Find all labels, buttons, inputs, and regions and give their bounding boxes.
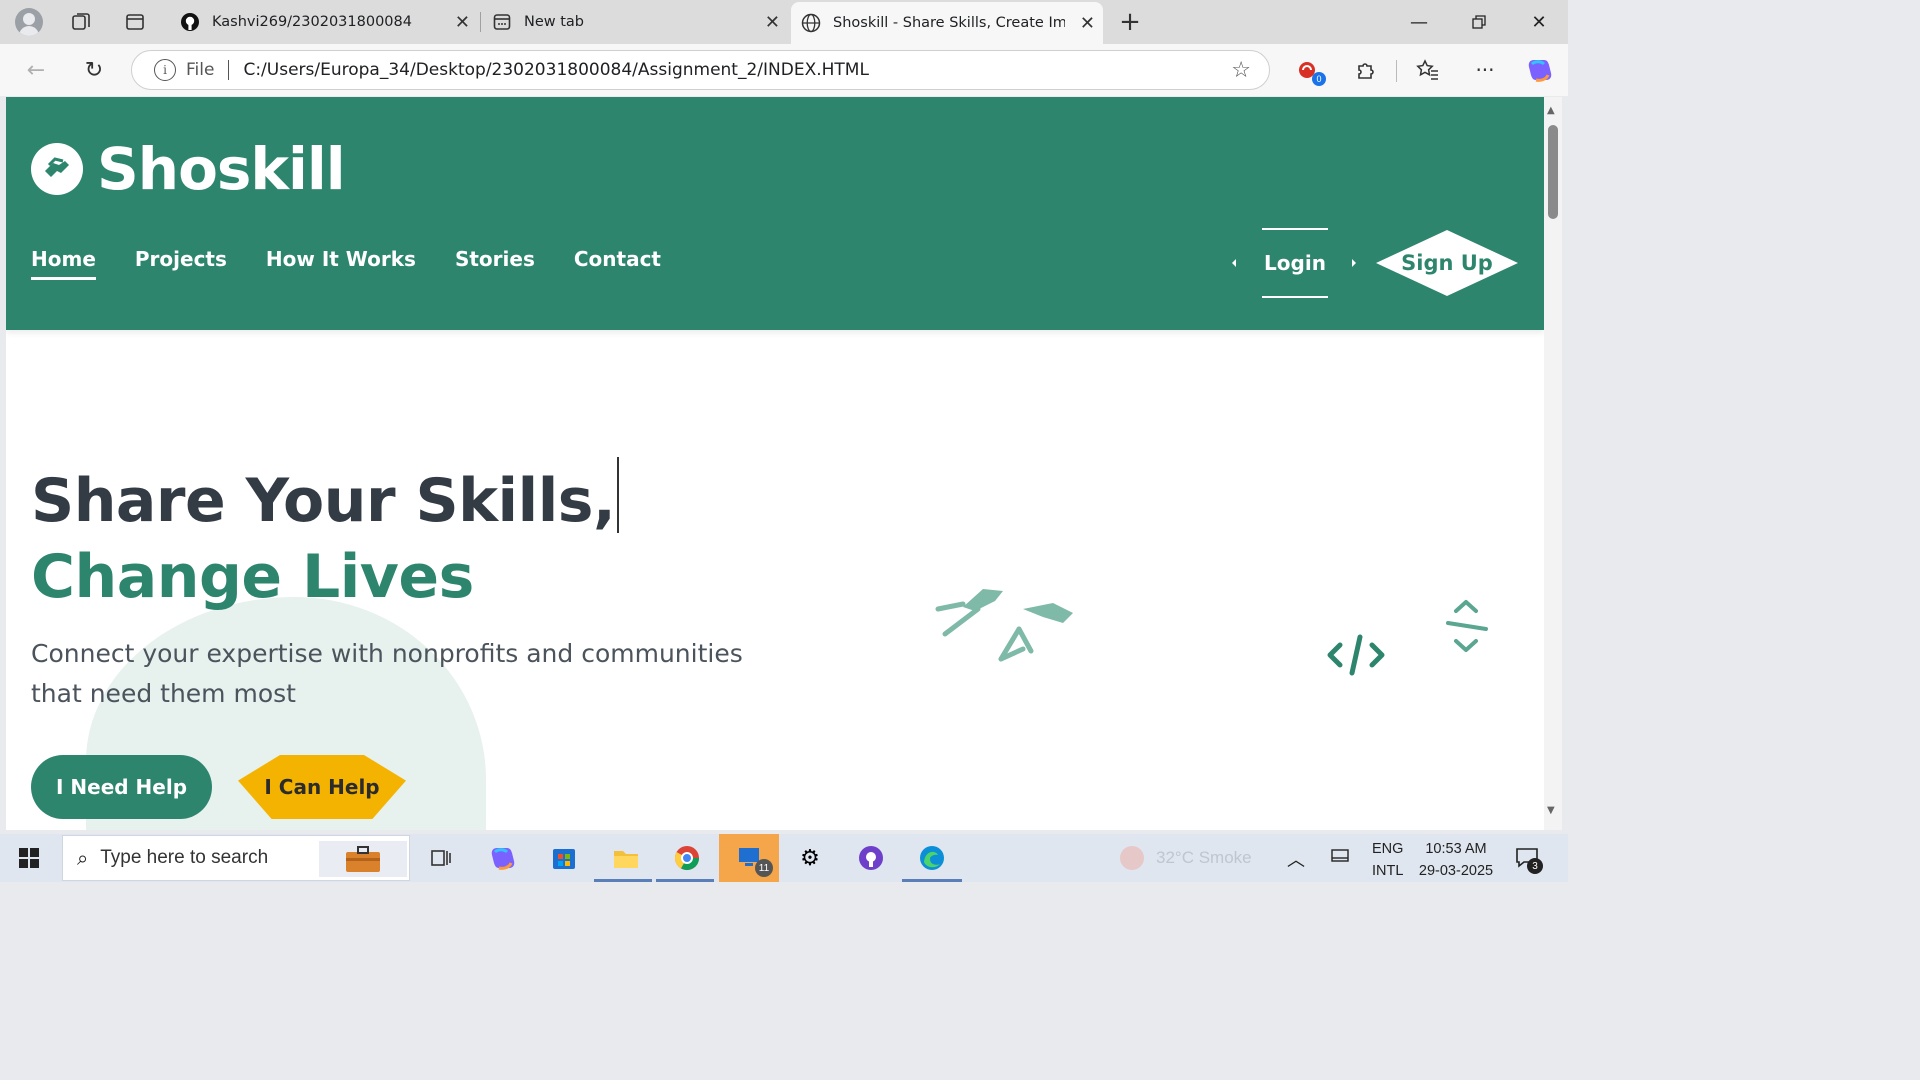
profile-avatar-icon[interactable]	[15, 8, 43, 36]
handshake-logo-icon	[31, 143, 83, 195]
main-navigation: Home Projects How It Works Stories Conta…	[31, 247, 700, 280]
copilot-taskbar-icon[interactable]	[483, 838, 523, 878]
browser-tab-bar: Kashvi269/2302031800084 ✕ New tab ✕ Shos…	[0, 0, 1568, 44]
settings-gear-icon[interactable]: ⚙	[790, 838, 830, 878]
nav-projects[interactable]: Projects	[135, 247, 227, 280]
globe-icon	[801, 13, 821, 33]
weather-widget[interactable]: 32°C Smoke	[1120, 846, 1252, 870]
tools-illustration-icon	[935, 589, 1073, 662]
hero-title-line2: Change Lives	[31, 542, 474, 612]
newtab-icon	[492, 12, 512, 32]
tab-shoskill[interactable]: Shoskill - Share Skills, Create Impact ✕	[791, 2, 1103, 44]
scrollbar-thumb[interactable]	[1548, 125, 1558, 219]
weather-icon	[1120, 846, 1144, 870]
brand-name: Shoskill	[97, 135, 346, 203]
workspaces-icon[interactable]	[67, 8, 95, 36]
network-icon[interactable]	[1331, 848, 1349, 869]
notification-badge: 0	[1312, 72, 1326, 86]
browser-toolbar: ← ↻ i File C:/Users/Europa_34/Desktop/23…	[0, 44, 1568, 96]
clock[interactable]: 10:53 AM 29-03-2025	[1416, 838, 1496, 882]
tab-new-tab[interactable]: New tab ✕	[482, 0, 788, 44]
language-indicator[interactable]: ENG INTL	[1372, 838, 1403, 882]
tab-title: New tab	[524, 14, 585, 30]
info-icon[interactable]: i	[154, 59, 176, 81]
minimize-icon[interactable]: —	[1390, 0, 1448, 44]
keyboard-layout: INTL	[1372, 863, 1404, 879]
url-text[interactable]: C:/Users/Europa_34/Desktop/2302031800084…	[243, 60, 868, 80]
site-logo[interactable]: Shoskill	[31, 135, 346, 203]
page-scrollbar[interactable]: ▲ ▼	[1544, 97, 1562, 830]
briefcase-icon[interactable]	[319, 841, 407, 877]
tab-divider	[480, 12, 481, 32]
close-tab-icon[interactable]: ✕	[455, 12, 470, 33]
search-icon: ⌕	[77, 846, 89, 870]
decorative-arrow-right	[1352, 259, 1356, 267]
site-header: Shoskill Home Projects How It Works Stor…	[6, 97, 1544, 330]
language-code: ENG	[1372, 841, 1404, 857]
extensions-puzzle-icon[interactable]	[1351, 56, 1379, 84]
copilot-icon[interactable]	[1526, 56, 1554, 84]
tab-title: Kashvi269/2302031800084	[212, 14, 412, 30]
window-count-badge: 11	[755, 859, 773, 877]
close-tab-icon[interactable]: ✕	[765, 12, 780, 33]
nav-home[interactable]: Home	[31, 247, 96, 280]
extension-alert-icon[interactable]: 0	[1294, 56, 1326, 86]
weather-text: 32°C Smoke	[1156, 848, 1252, 867]
edge-icon[interactable]	[912, 838, 952, 878]
scroll-down-arrow-icon[interactable]: ▼	[1547, 805, 1555, 816]
task-view-icon[interactable]	[421, 838, 461, 878]
divider	[228, 60, 230, 80]
toolbar-divider	[1396, 60, 1397, 82]
hero-title-line1: Share Your Skills,	[31, 466, 616, 536]
github-icon	[180, 12, 200, 32]
need-help-button[interactable]: I Need Help	[31, 755, 212, 819]
windows-start-icon[interactable]	[9, 838, 49, 878]
github-desktop-icon[interactable]	[851, 838, 891, 878]
favorite-star-icon[interactable]: ☆	[1231, 58, 1251, 83]
windows-taskbar: ⌕ Type here to search 11 ⚙ 32°C Smoke ︿	[0, 834, 1568, 882]
search-placeholder: Type here to search	[100, 847, 269, 868]
taskbar-search-box[interactable]: ⌕ Type here to search	[62, 835, 410, 881]
remote-desktop-icon[interactable]: 11	[719, 834, 779, 882]
active-app-indicator	[594, 879, 652, 882]
code-icon	[1327, 634, 1385, 676]
tab-actions-icon[interactable]	[121, 8, 149, 36]
url-scheme: File	[186, 60, 215, 80]
hero-title: Share Your Skills, Change Lives	[31, 457, 620, 615]
file-explorer-icon[interactable]	[606, 838, 646, 878]
nav-contact[interactable]: Contact	[574, 247, 661, 280]
page-viewport: Shoskill Home Projects How It Works Stor…	[6, 97, 1544, 830]
clock-date: 29-03-2025	[1418, 863, 1494, 879]
nav-stories[interactable]: Stories	[455, 247, 535, 280]
notifications-icon[interactable]: 3	[1515, 846, 1543, 875]
back-arrow-icon[interactable]: ←	[22, 56, 50, 84]
scroll-up-arrow-icon[interactable]: ▲	[1547, 105, 1555, 116]
restore-icon[interactable]	[1450, 0, 1508, 44]
address-bar[interactable]: i File C:/Users/Europa_34/Desktop/230203…	[131, 50, 1270, 90]
active-app-indicator	[656, 879, 714, 882]
active-app-indicator	[902, 879, 962, 882]
decorative-arrow-left	[1232, 259, 1236, 267]
reload-icon[interactable]: ↻	[80, 56, 108, 84]
nav-how-it-works[interactable]: How It Works	[266, 247, 416, 280]
expand-collapse-icon	[1446, 600, 1488, 652]
new-tab-plus-icon[interactable]: +	[1116, 7, 1144, 37]
signup-button[interactable]: Sign Up	[1376, 230, 1518, 296]
clock-time: 10:53 AM	[1425, 841, 1487, 857]
favorites-icon[interactable]	[1414, 56, 1442, 84]
show-hidden-icons-chevron-icon[interactable]: ︿	[1287, 846, 1305, 872]
notification-count-badge: 3	[1527, 858, 1543, 874]
login-button[interactable]: Login	[1262, 228, 1328, 298]
tab-title: Shoskill - Share Skills, Create Impact	[833, 15, 1065, 31]
text-caret	[617, 457, 620, 533]
tab-github[interactable]: Kashvi269/2302031800084 ✕	[170, 0, 478, 44]
close-tab-icon[interactable]: ✕	[1080, 13, 1095, 34]
hero-subtitle: Connect your expertise with nonprofits a…	[31, 639, 743, 708]
chrome-icon[interactable]	[667, 838, 707, 878]
microsoft-store-icon[interactable]	[544, 838, 584, 878]
more-menu-icon[interactable]: ···	[1471, 56, 1499, 84]
close-window-icon[interactable]: ✕	[1510, 0, 1568, 44]
